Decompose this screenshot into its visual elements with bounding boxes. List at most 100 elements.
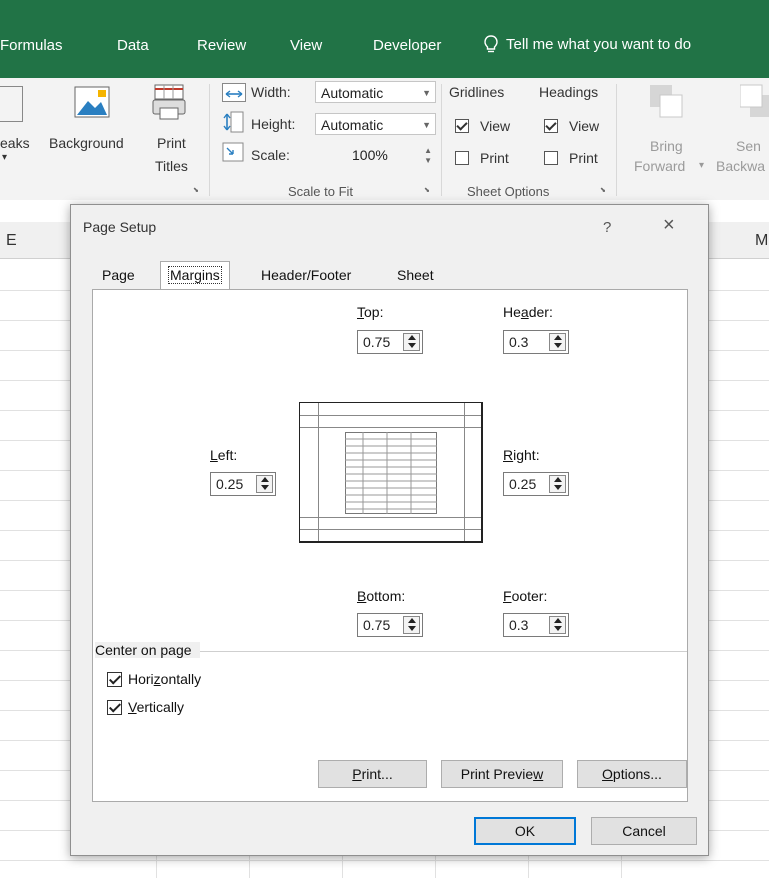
send-backward-label-1[interactable]: Sen bbox=[736, 138, 761, 154]
spin-arrows-icon[interactable] bbox=[403, 333, 420, 351]
bring-forward-dropdown-icon[interactable]: ▾ bbox=[699, 158, 704, 174]
tab-header-footer[interactable]: Header/Footer bbox=[253, 262, 359, 288]
scale-spinner[interactable]: 100% ▲ ▼ bbox=[315, 144, 436, 166]
ok-button[interactable]: OK bbox=[474, 817, 576, 845]
gridlines-view-label[interactable]: View bbox=[480, 118, 510, 134]
center-on-page-label: Center on page bbox=[95, 642, 200, 658]
preview-margin-line bbox=[300, 517, 481, 518]
print-titles-label-2[interactable]: Titles bbox=[155, 158, 188, 174]
print-titles-label-1[interactable]: Print bbox=[157, 135, 186, 151]
scale-launcher-icon[interactable]: ⬊ bbox=[424, 186, 433, 195]
preview-margin-line bbox=[318, 403, 319, 541]
lightbulb-icon bbox=[484, 35, 498, 53]
headings-view-checkbox[interactable] bbox=[544, 119, 558, 133]
height-value: Automatic bbox=[321, 117, 384, 133]
print-button[interactable]: Print... bbox=[318, 760, 427, 788]
bottom-margin-spinner[interactable]: 0.75 bbox=[357, 613, 423, 637]
preview-grid-icon bbox=[345, 432, 437, 517]
page-setup-dialog: Page Setup ? × Page Margins Header/Foote… bbox=[70, 204, 709, 856]
preview-margin-line bbox=[464, 403, 465, 541]
left-margin-value: 0.25 bbox=[216, 476, 244, 492]
breaks-label[interactable]: eaks bbox=[0, 135, 30, 151]
ribbon-tab-bar: Formulas Data Review View Developer Tell… bbox=[0, 0, 769, 78]
spin-arrows-icon[interactable] bbox=[403, 616, 420, 634]
group-separator bbox=[441, 84, 442, 196]
tab-page[interactable]: Page bbox=[94, 262, 143, 288]
tab-view[interactable]: View bbox=[290, 37, 322, 54]
footer-margin-spinner[interactable]: 0.3 bbox=[503, 613, 569, 637]
preview-margin-line bbox=[300, 529, 481, 530]
bring-forward-label-2[interactable]: Forward bbox=[634, 158, 685, 174]
footer-margin-value: 0.3 bbox=[509, 617, 529, 633]
dialog-title: Page Setup bbox=[83, 219, 157, 235]
top-margin-spinner[interactable]: 0.75 bbox=[357, 330, 423, 354]
horizontally-checkbox[interactable] bbox=[107, 671, 122, 687]
spin-arrows-icon[interactable] bbox=[256, 475, 273, 493]
scale-value: 100% bbox=[352, 147, 388, 163]
header-margin-spinner[interactable]: 0.3 bbox=[503, 330, 569, 354]
column-header-e[interactable]: E bbox=[6, 232, 17, 250]
vertically-option[interactable]: Vertically bbox=[107, 699, 184, 715]
chevron-down-icon: ▼ bbox=[422, 120, 431, 130]
breaks-icon[interactable] bbox=[0, 86, 23, 122]
spin-arrows-icon[interactable] bbox=[549, 616, 566, 634]
tab-sheet[interactable]: Sheet bbox=[389, 262, 442, 288]
headings-print-checkbox[interactable] bbox=[544, 151, 558, 165]
column-header-m[interactable]: M bbox=[755, 232, 768, 250]
header-margin-value: 0.3 bbox=[509, 334, 529, 350]
spin-arrows-icon[interactable]: ▲ ▼ bbox=[424, 146, 432, 166]
print-preview-button[interactable]: Print Preview bbox=[441, 760, 563, 788]
height-combo[interactable]: Automatic ▼ bbox=[315, 113, 436, 135]
right-margin-spinner[interactable]: 0.25 bbox=[503, 472, 569, 496]
horizontally-option[interactable]: Horizontally bbox=[107, 671, 201, 687]
tab-margins[interactable]: Margins bbox=[160, 261, 230, 290]
bring-forward-label-1[interactable]: Bring bbox=[650, 138, 683, 154]
bottom-label: Bottom: bbox=[357, 588, 406, 604]
background-label[interactable]: Background bbox=[49, 135, 124, 151]
cancel-button[interactable]: Cancel bbox=[591, 817, 697, 845]
header-label: Header: bbox=[503, 304, 553, 320]
sheet-options-launcher-icon[interactable]: ⬊ bbox=[600, 186, 609, 195]
page-setup-launcher-icon[interactable]: ⬊ bbox=[193, 186, 202, 195]
headings-print-label[interactable]: Print bbox=[569, 150, 598, 166]
top-label: Top: bbox=[357, 304, 384, 320]
gridlines-view-checkbox[interactable] bbox=[455, 119, 469, 133]
help-button[interactable]: ? bbox=[603, 219, 611, 236]
spin-arrows-icon[interactable] bbox=[549, 333, 566, 351]
tab-formulas[interactable]: Formulas bbox=[0, 37, 63, 54]
left-label: Left: bbox=[210, 447, 238, 463]
horizontally-label: Horizontally bbox=[128, 671, 202, 687]
tab-developer[interactable]: Developer bbox=[373, 37, 441, 54]
scale-label: Scale: bbox=[251, 147, 290, 163]
gridlines-label: Gridlines bbox=[449, 84, 505, 100]
width-icon bbox=[222, 83, 246, 102]
width-combo[interactable]: Automatic ▼ bbox=[315, 81, 436, 103]
breaks-dropdown-icon[interactable]: ▾ bbox=[2, 150, 7, 166]
width-label: Width: bbox=[251, 84, 291, 100]
tab-data[interactable]: Data bbox=[117, 37, 149, 54]
send-backward-icon[interactable] bbox=[739, 84, 769, 118]
tab-review[interactable]: Review bbox=[197, 37, 246, 54]
spin-arrows-icon[interactable] bbox=[549, 475, 566, 493]
print-titles-icon[interactable] bbox=[152, 84, 186, 120]
preview-margin-line bbox=[300, 415, 481, 416]
left-margin-spinner[interactable]: 0.25 bbox=[210, 472, 276, 496]
tell-me-text: Tell me what you want to do bbox=[506, 35, 692, 53]
bottom-margin-value: 0.75 bbox=[363, 617, 391, 633]
send-backward-label-2[interactable]: Backwa bbox=[716, 158, 765, 174]
gridlines-print-label[interactable]: Print bbox=[480, 150, 509, 166]
right-label: Right: bbox=[503, 447, 540, 463]
scale-to-fit-group-label: Scale to Fit bbox=[288, 184, 354, 199]
tell-me-search[interactable]: Tell me what you want to do bbox=[484, 35, 691, 53]
gridlines-print-checkbox[interactable] bbox=[455, 151, 469, 165]
vertically-checkbox[interactable] bbox=[107, 699, 122, 715]
right-margin-value: 0.25 bbox=[509, 476, 537, 492]
close-icon[interactable]: × bbox=[663, 215, 675, 235]
bring-forward-icon[interactable] bbox=[649, 84, 683, 118]
options-button[interactable]: Options... bbox=[577, 760, 687, 788]
headings-label: Headings bbox=[539, 84, 599, 100]
sheet-options-group-label: Sheet Options bbox=[467, 184, 550, 199]
grid-row-line bbox=[0, 860, 769, 861]
headings-view-label[interactable]: View bbox=[569, 118, 599, 134]
background-icon[interactable] bbox=[74, 86, 110, 118]
